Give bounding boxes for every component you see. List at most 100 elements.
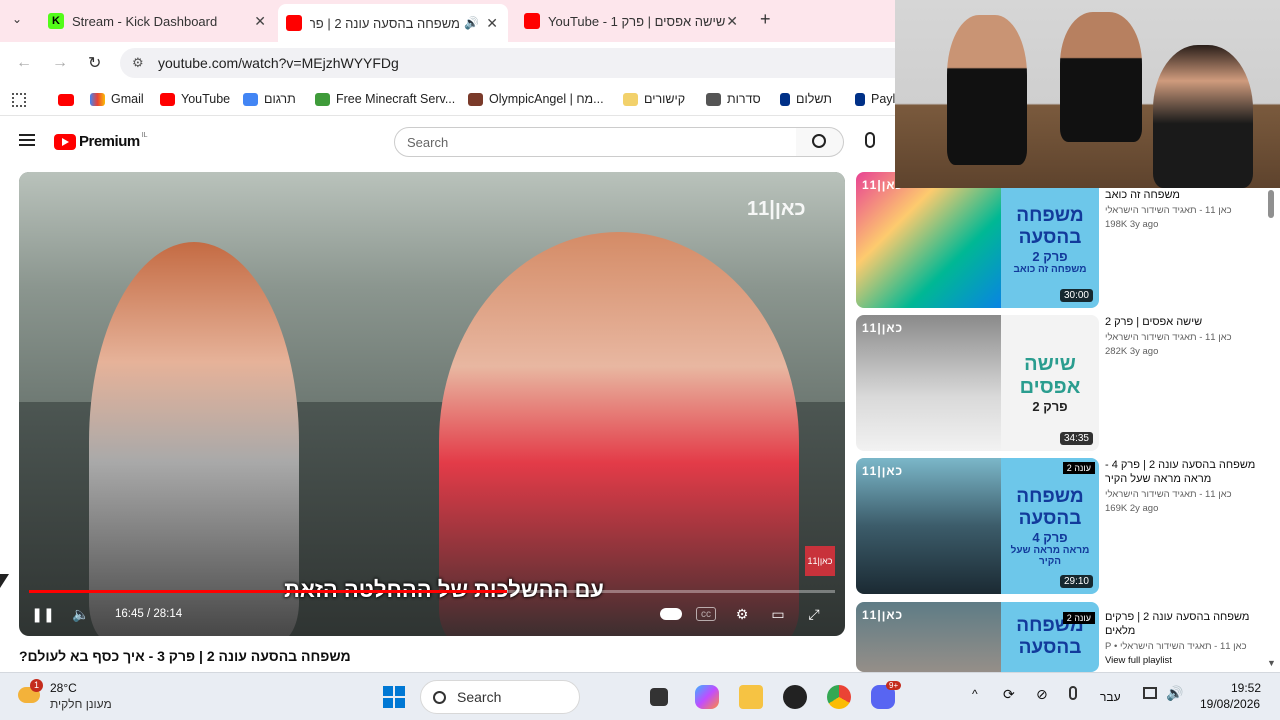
voice-search-icon[interactable] [865, 132, 875, 148]
tab-current-video[interactable]: משפחה בהסעה עונה 2 | פר 🔊 ✕ [278, 4, 508, 42]
bookmark-series[interactable]: סדרות [706, 92, 761, 106]
speaker-icon[interactable]: 🔊 [464, 16, 479, 30]
settings-icon[interactable]: ⚙ [732, 604, 752, 624]
view-playlist-link[interactable]: View full playlist [1105, 655, 1265, 666]
bookmarks-bar: Gmail YouTube תרגום Free Minecraft Serv.… [0, 84, 895, 116]
thumbnail[interactable]: כאן|11 משפחה בהסעה עונה 2 [856, 602, 1099, 672]
progress-bar[interactable] [29, 590, 835, 593]
youtube-icon [524, 13, 540, 29]
close-tab-icon[interactable]: ✕ [726, 13, 738, 30]
volume-icon[interactable]: 🔊 [1166, 685, 1183, 702]
rec-stats: 169K 2y ago [1105, 503, 1159, 514]
volume-button[interactable]: 🔈 [71, 604, 91, 624]
reload-icon[interactable]: ↻ [88, 53, 101, 73]
rec-title: משפחה זה כואב [1105, 189, 1180, 201]
bookmark-links[interactable]: קישורים [623, 92, 685, 106]
clock-time[interactable]: 19:52 [1231, 681, 1261, 695]
youtube-icon [160, 92, 175, 106]
thumbnail[interactable]: כאן|11 משפחה בהסעה פרק 2 משפחה זה כואב 3… [856, 172, 1099, 308]
olympicangel-icon [468, 92, 483, 106]
season-badge: עונה 2 [1062, 612, 1095, 624]
sync-icon[interactable]: ⟳ [1003, 686, 1015, 703]
playlist-item[interactable]: כאן|11 משפחה בהסעה עונה 2 משפחה בהסעה עו… [856, 602, 1266, 672]
close-tab-icon[interactable]: ✕ [486, 15, 498, 32]
start-windows-icon[interactable] [383, 686, 405, 708]
recommendation-item[interactable]: כאן|11 שישה אפסים פרק 2 34:35 שישה אפסים… [856, 315, 1266, 451]
close-tab-icon[interactable]: ✕ [254, 13, 266, 30]
clock-date[interactable]: 19/08/2026 [1200, 697, 1260, 711]
new-tab-icon[interactable]: + [760, 9, 771, 30]
search-icon [433, 691, 446, 704]
network-icon[interactable] [1143, 687, 1157, 699]
recommendation-item[interactable]: כאן|11 משפחה בהסעה פרק 4 מראה מראה שעל ה… [856, 458, 1266, 594]
search-input[interactable]: Search [394, 127, 797, 157]
tab-kick-dashboard[interactable]: K Stream - Kick Dashboard ✕ [48, 6, 266, 36]
video-player[interactable]: כאן|11 11|כאן עם ההשלכות של ההחלטה הזאת … [19, 172, 845, 636]
bookmark-translate[interactable]: תרגום [243, 92, 296, 106]
chrome-icon[interactable] [827, 685, 851, 709]
youtube-header: Premium IL Search [0, 118, 895, 168]
obs-icon[interactable] [783, 685, 807, 709]
minecraft-icon [315, 92, 330, 106]
tab-youtube-shisha[interactable]: YouTube - שישה אפסים | פרק 1 ✕ [524, 6, 738, 36]
progress-fill [29, 590, 507, 593]
theater-mode-icon[interactable]: ▭ [768, 604, 788, 624]
browser-tab-bar: ⌄ K Stream - Kick Dashboard ✕ משפחה בהסע… [0, 0, 895, 42]
taskbar-search[interactable]: Search [420, 680, 580, 714]
thumbnail[interactable]: כאן|11 שישה אפסים פרק 2 34:35 [856, 315, 1099, 451]
apps-grid-icon[interactable] [12, 93, 26, 107]
back-icon[interactable]: ← [16, 54, 32, 72]
logo-region: IL [141, 132, 148, 139]
site-info-icon[interactable]: ⚙ [132, 55, 144, 71]
paypal-icon [855, 92, 865, 106]
url-text: youtube.com/watch?v=MEjzhWYYFDg [158, 55, 399, 71]
gmail-icon [90, 92, 105, 106]
thumbnail-image [856, 172, 1001, 308]
youtube-bookmark-icon[interactable] [58, 94, 74, 106]
rec-title: משפחה בהסעה עונה 2 | פרקים מלאים [1105, 611, 1250, 637]
fullscreen-icon[interactable]: ⤢ [804, 604, 824, 624]
tv-icon [706, 92, 721, 106]
thumbnail-image [856, 315, 1001, 451]
url-field[interactable]: ⚙ youtube.com/watch?v=MEjzhWYYFDg [120, 48, 895, 78]
address-bar-row: ← → ↻ ⚙ youtube.com/watch?v=MEjzhWYYFDg [0, 42, 895, 84]
bookmark-olympicangel[interactable]: OlympicAngel | מח... [468, 92, 604, 106]
microphone-icon[interactable] [1069, 686, 1077, 700]
thumbnail[interactable]: כאן|11 משפחה בהסעה פרק 4 מראה מראה שעל ה… [856, 458, 1099, 594]
tab-search-icon[interactable]: ⌄ [12, 12, 28, 28]
menu-icon[interactable] [19, 134, 35, 146]
streamer-1 [947, 15, 1027, 165]
recommendation-item[interactable]: כאן|11 משפחה בהסעה פרק 2 משפחה זה כואב 3… [856, 172, 1266, 308]
scrollbar[interactable] [1268, 190, 1274, 218]
rec-title: שישה אפסים | פרק 2 [1105, 316, 1203, 328]
bookmark-gmail[interactable]: Gmail [90, 92, 144, 106]
wifi-off-icon[interactable]: ⊘ [1036, 686, 1048, 703]
bookmark-youtube[interactable]: YouTube [160, 92, 230, 106]
rec-channel: כאן 11 - תאגיד השידור הישראלי [1105, 205, 1232, 216]
copilot-icon[interactable] [695, 685, 719, 709]
scroll-down-icon[interactable]: ▼ [1267, 658, 1276, 668]
tray-chevron-icon[interactable]: ^ [972, 687, 978, 701]
bookmark-paypal[interactable]: Payl [855, 92, 895, 106]
captions-button[interactable]: cc [696, 607, 716, 621]
tab-title: משפחה בהסעה עונה 2 | פר [310, 15, 460, 31]
file-explorer-icon[interactable] [739, 685, 763, 709]
search-button[interactable] [796, 127, 844, 157]
bookmark-payment[interactable]: תשלום [780, 92, 832, 106]
bookmark-minecraft[interactable]: Free Minecraft Serv... [315, 92, 455, 106]
forward-icon[interactable]: → [52, 54, 68, 72]
channel-watermark: כאן|11 [747, 198, 806, 220]
task-view-icon[interactable] [650, 688, 668, 706]
streamer-2 [1060, 12, 1142, 142]
weather-widget[interactable]: 1 28°C מעונן חלקית [18, 679, 138, 715]
pause-button[interactable]: ❚❚ [31, 604, 54, 624]
rec-channel: כאן 11 - תאגיד השידור הישראלי [1105, 489, 1232, 500]
weather-badge: 1 [30, 679, 43, 692]
tab-title: Stream - Kick Dashboard [72, 13, 218, 29]
logo-text: Premium [79, 133, 140, 150]
duration-badge: 30:00 [1059, 289, 1093, 302]
language-indicator[interactable]: עבר [1100, 690, 1121, 704]
youtube-icon [286, 15, 302, 31]
youtube-logo[interactable]: Premium IL [54, 132, 148, 150]
autoplay-toggle[interactable] [659, 604, 683, 624]
